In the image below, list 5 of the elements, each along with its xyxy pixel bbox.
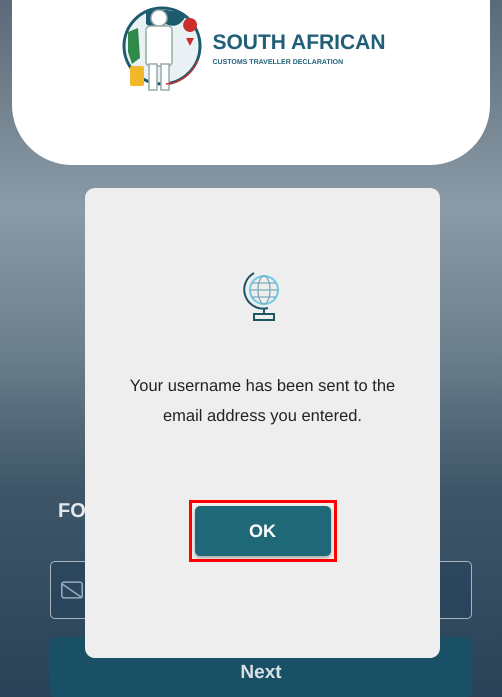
ok-button[interactable]: OK	[194, 506, 330, 556]
envelope-icon	[61, 581, 83, 599]
app-title: SOUTH AFRICAN	[212, 30, 386, 54]
form-title: FO	[58, 500, 86, 523]
dialog-message: Your username has been sent to the email address you entered.	[128, 376, 396, 427]
